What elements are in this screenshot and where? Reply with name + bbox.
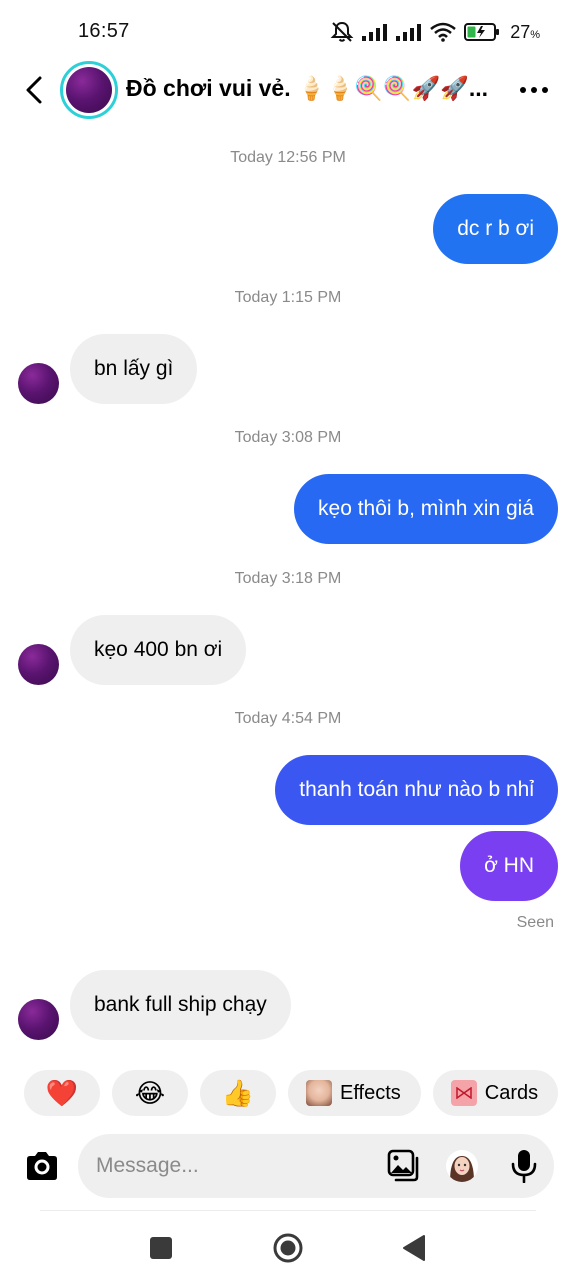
seen-status: Seen [516,914,554,931]
heart-reaction-button[interactable]: ❤️ [24,1070,100,1116]
effects-label: Effects [340,1081,401,1104]
sender-avatar[interactable] [18,644,59,685]
sent-message-bubble[interactable]: dc r b ơi [433,194,558,264]
received-message-bubble[interactable]: bank full ship chạy [70,970,291,1040]
sender-avatar[interactable] [18,999,59,1040]
back-button[interactable] [14,70,54,110]
home-icon [273,1233,303,1263]
gallery-icon [387,1149,419,1182]
recent-apps-button[interactable] [143,1230,179,1266]
chevron-left-icon [26,76,42,104]
home-button[interactable] [270,1230,306,1266]
received-message-bubble[interactable]: kẹo 400 bn ơi [70,615,247,685]
quick-reply-bar: ❤️ 😂 👍 Effects Cards [24,1070,559,1116]
chat-header: Đồ chơi vui vẻ. 🍦🍦🍭🍭🚀🚀... [0,58,576,124]
battery-percent: 27% [510,21,540,42]
back-icon [403,1235,425,1261]
cards-label: Cards [484,1081,539,1104]
message-timestamp: Today 4:54 PM [234,710,342,727]
message-input-container [78,1134,554,1198]
gallery-button[interactable] [386,1148,422,1184]
message-timestamp: Today 1:15 PM [234,289,342,306]
thumbs-up-reaction-button[interactable]: 👍 [200,1070,276,1116]
sent-message-bubble[interactable]: ở HN [460,831,558,901]
message-timestamp: Today 12:56 PM [230,149,346,166]
signal-icon [396,24,422,41]
sent-message-bubble[interactable]: thanh toán như nào b nhỉ [275,755,558,825]
divider [40,1210,536,1211]
status-icons: 27% [330,20,540,44]
sent-message-bubble[interactable]: kẹo thôi b, mình xin giá [294,474,558,544]
message-composer [22,1134,554,1198]
microphone-button[interactable] [506,1148,542,1184]
message-input[interactable] [96,1134,366,1198]
effects-thumbnail-icon [306,1080,332,1106]
signal-icon [362,24,388,41]
sender-avatar[interactable] [18,363,59,404]
chat-title[interactable]: Đồ chơi vui vẻ. 🍦🍦🍭🍭🚀🚀... [126,75,496,102]
message-timestamp: Today 3:08 PM [234,429,342,446]
status-bar: 16:57 27% [0,0,576,62]
back-nav-button[interactable] [396,1230,432,1266]
microphone-icon [511,1150,537,1183]
effects-button[interactable]: Effects [288,1070,421,1116]
sticker-button[interactable] [446,1150,478,1182]
camera-button[interactable] [22,1146,62,1186]
wifi-icon [430,22,456,42]
group-avatar[interactable] [60,61,118,119]
message-timestamp: Today 3:18 PM [234,570,342,587]
battery-icon [464,23,500,41]
more-options-button[interactable] [514,74,554,106]
mute-icon [330,21,354,42]
laugh-reaction-button[interactable]: 😂 [112,1070,188,1116]
system-navigation-bar [0,1216,576,1280]
more-dots-icon [520,87,526,93]
cards-button[interactable]: Cards [432,1070,559,1116]
status-time: 16:57 [78,20,130,42]
sticker-icon [446,1150,478,1182]
camera-icon [27,1152,57,1180]
received-message-bubble[interactable]: bn lấy gì [70,334,198,404]
recent-apps-icon [150,1237,172,1259]
card-thumbnail-icon [450,1080,477,1106]
